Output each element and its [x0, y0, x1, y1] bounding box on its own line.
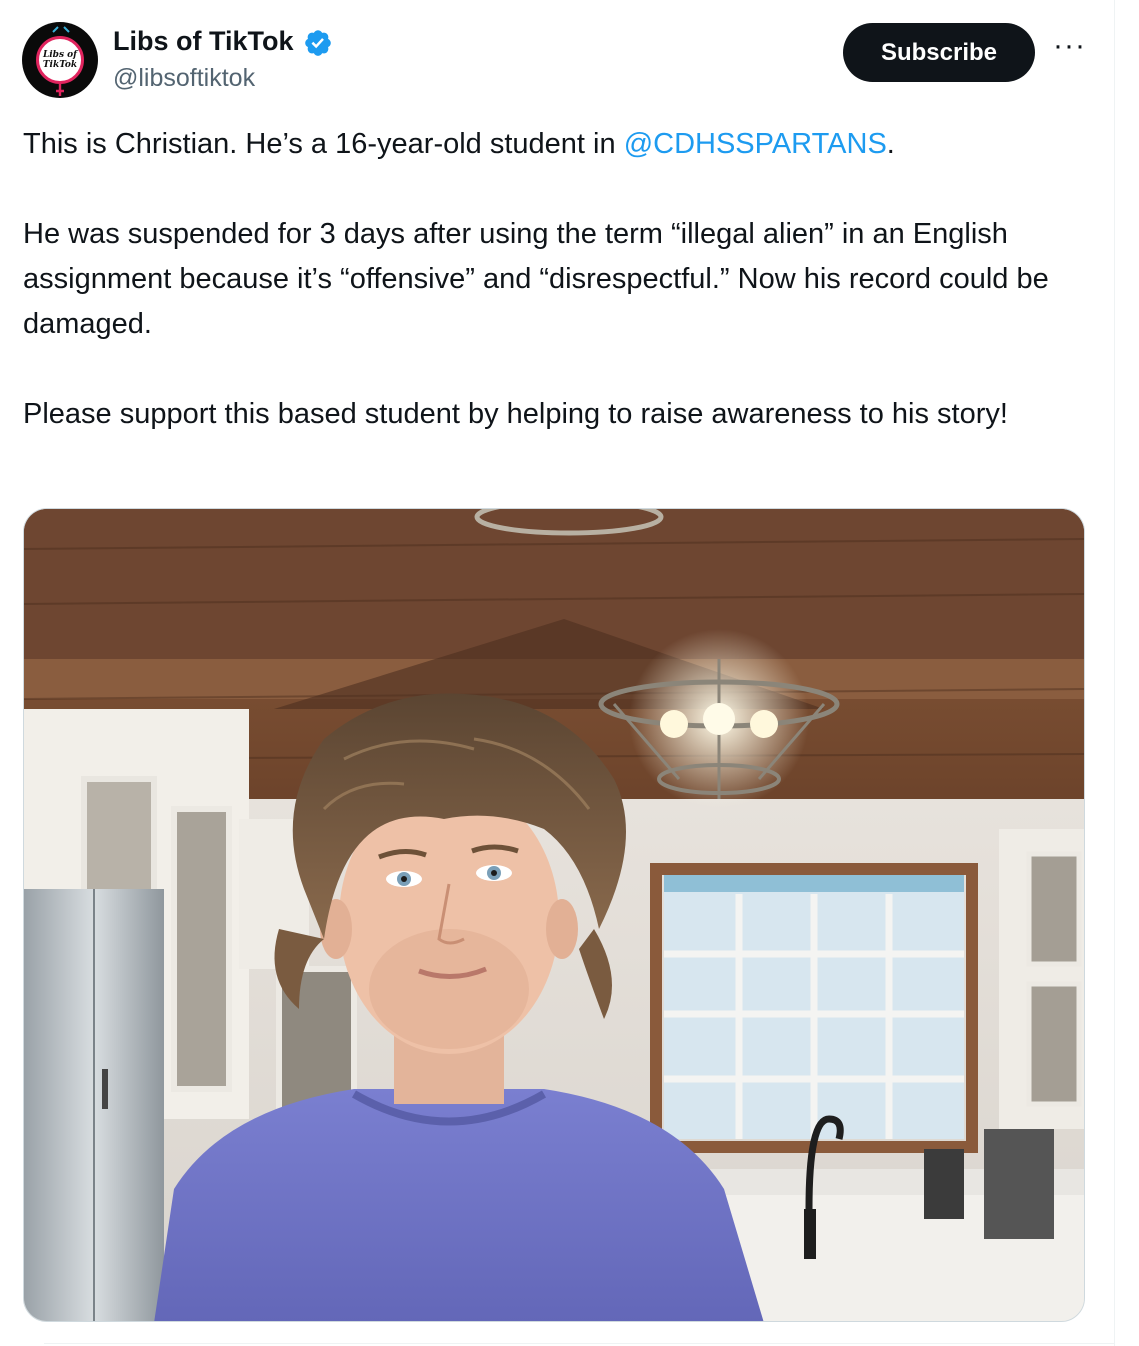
mention-link[interactable]: @CDHSSPARTANS — [624, 128, 887, 160]
tweet-text: This is Christian. He’s a 16-year-old st… — [23, 122, 1098, 437]
divider — [44, 1343, 1114, 1344]
tweet-paragraph-1: This is Christian. He’s a 16-year-old st… — [23, 128, 895, 160]
handle[interactable]: @libsoftiktok — [113, 62, 255, 94]
tweet-paragraph-3: Please support this based student by hel… — [23, 398, 1008, 430]
avatar-logo: Libs of TikTok — [36, 36, 84, 84]
tweet-paragraph-2: He was suspended for 3 days after using … — [23, 218, 1049, 340]
subscribe-button[interactable]: Subscribe — [843, 23, 1035, 82]
avatar-text-line-1: Libs of — [42, 50, 78, 60]
photo-illustration — [24, 509, 1084, 1321]
more-options-icon[interactable]: ··· — [1053, 31, 1085, 61]
tweet-photo[interactable] — [23, 508, 1085, 1322]
avatar[interactable]: Libs of TikTok — [22, 22, 98, 98]
cross-symbol-icon — [56, 84, 64, 96]
column-divider — [1114, 0, 1115, 1346]
avatar-text-line-2: TikTok — [42, 60, 78, 70]
transgender-symbol-icon — [52, 26, 70, 33]
verified-badge-icon — [305, 30, 331, 56]
display-name[interactable]: Libs of TikTok — [113, 24, 294, 58]
